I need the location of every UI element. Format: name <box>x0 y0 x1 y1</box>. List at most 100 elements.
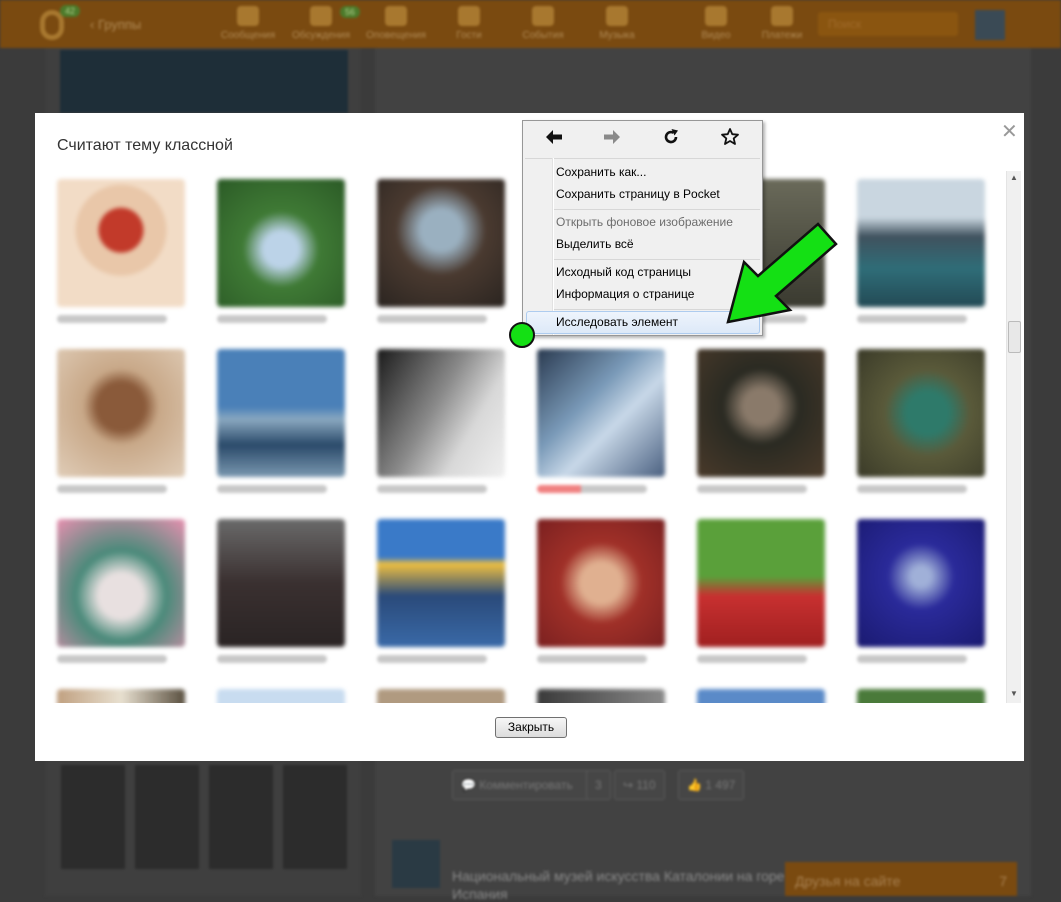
group-photo-thumb[interactable] <box>209 805 273 869</box>
liker-card[interactable] <box>697 349 827 493</box>
user-photo <box>377 519 505 647</box>
menu-item-open-background-image: Открыть фоновое изображение <box>556 215 733 229</box>
avatar[interactable] <box>975 10 1005 40</box>
modal-title: Считают тему классной <box>57 137 233 154</box>
liker-card[interactable] <box>377 179 507 323</box>
user-photo <box>697 689 825 703</box>
liker-card[interactable] <box>697 689 827 703</box>
forward-icon <box>592 127 632 153</box>
group-photo-thumb[interactable] <box>283 805 347 869</box>
scroll-up-icon[interactable]: ▲ <box>1007 171 1021 185</box>
menu-item-select-all[interactable]: Выделить всё <box>556 237 634 251</box>
comment-label: Комментировать <box>479 778 573 792</box>
liker-card[interactable] <box>857 349 987 493</box>
user-name <box>537 485 647 493</box>
reload-icon[interactable] <box>651 127 691 153</box>
scroll-down-icon[interactable]: ▼ <box>1007 687 1021 701</box>
music-icon <box>606 6 628 26</box>
liker-card[interactable] <box>57 519 187 663</box>
nav-messages[interactable]: Сообщения <box>216 6 280 41</box>
liker-card[interactable] <box>57 349 187 493</box>
user-name <box>217 315 327 323</box>
menu-item-save-to-pocket[interactable]: Сохранить страницу в Pocket <box>556 187 720 201</box>
liker-card[interactable] <box>857 519 987 663</box>
liker-card[interactable] <box>57 179 187 323</box>
top-navigation-bar: 42 ‹ Группы Сообщения Обсуждения 56 Опов… <box>0 0 1061 48</box>
liker-card[interactable] <box>217 349 347 493</box>
user-photo <box>57 519 185 647</box>
groups-breadcrumb[interactable]: ‹ Группы <box>90 17 141 32</box>
context-nav-row <box>523 121 762 158</box>
liker-card[interactable] <box>217 179 347 323</box>
modal-scrollbar[interactable]: ▲ ▼ <box>1006 171 1021 703</box>
user-photo <box>697 349 825 477</box>
liker-card[interactable] <box>857 689 987 703</box>
reshare-count: 110 <box>636 778 656 792</box>
friends-online-count: 7 <box>999 873 1007 889</box>
liker-card[interactable] <box>377 519 507 663</box>
nav-label: Обсуждения <box>291 30 351 41</box>
user-photo <box>217 519 345 647</box>
news-title[interactable]: Национальный музей искусства Каталонии н… <box>452 868 784 884</box>
user-name <box>537 655 647 663</box>
nav-label: Сообщения <box>220 30 276 41</box>
user-name <box>857 315 967 323</box>
menu-item-save-as[interactable]: Сохранить как... <box>556 165 646 179</box>
menu-item-view-source[interactable]: Исходный код страницы <box>556 265 691 279</box>
menu-item-inspect-element[interactable]: Исследовать элемент <box>556 315 678 329</box>
events-icon <box>532 6 554 26</box>
nav-events[interactable]: События <box>511 6 575 41</box>
liker-card[interactable] <box>697 519 827 663</box>
nav-label: Платежи <box>761 30 803 41</box>
liker-card[interactable] <box>857 179 987 323</box>
nav-music[interactable]: Музыка <box>585 6 649 41</box>
close-button[interactable]: Закрыть <box>495 717 567 738</box>
menu-item-page-info[interactable]: Информация о странице <box>556 287 694 301</box>
liker-card[interactable] <box>217 689 347 703</box>
friends-online-bar[interactable]: Друзья на сайте 7 <box>785 862 1017 896</box>
user-photo <box>857 179 985 307</box>
group-photo-thumb[interactable] <box>61 805 125 869</box>
news-thumbnail[interactable] <box>392 840 440 888</box>
liker-card[interactable] <box>377 349 507 493</box>
bell-icon <box>385 6 407 26</box>
user-photo <box>857 349 985 477</box>
user-photo <box>217 689 345 703</box>
bookmark-star-icon[interactable] <box>710 127 750 153</box>
friends-online-label: Друзья на сайте <box>795 873 901 889</box>
user-photo <box>57 179 185 307</box>
user-photo <box>57 349 185 477</box>
user-photo <box>857 689 985 703</box>
liker-card[interactable] <box>537 689 667 703</box>
liker-card[interactable] <box>57 689 187 703</box>
like-button[interactable]: 👍 1 497 <box>678 770 745 800</box>
nav-guests[interactable]: Гости <box>437 6 501 41</box>
nav-payments[interactable]: Платежи <box>750 6 814 41</box>
reshare-button[interactable]: ↪ 110 <box>614 770 665 800</box>
liker-card[interactable] <box>217 519 347 663</box>
user-photo <box>217 179 345 307</box>
nav-notifications[interactable]: Оповещения <box>364 6 428 41</box>
notifications-badge: 42 <box>60 5 81 17</box>
menu-divider <box>554 309 760 310</box>
news-subtitle: Испания <box>452 886 508 902</box>
nav-label: Гости <box>456 30 482 41</box>
likers-grid <box>35 173 1005 703</box>
close-icon[interactable]: ✕ <box>1001 119 1018 144</box>
likes-count: 1 497 <box>705 778 736 792</box>
search-input[interactable]: Поиск <box>818 12 958 36</box>
liker-card[interactable] <box>537 519 667 663</box>
back-icon[interactable] <box>534 127 574 153</box>
user-name <box>217 655 327 663</box>
user-photo <box>377 179 505 307</box>
liker-card[interactable] <box>377 689 507 703</box>
user-name <box>697 655 807 663</box>
scrollbar-thumb[interactable] <box>1008 321 1021 353</box>
liker-card[interactable] <box>537 349 667 493</box>
nav-label: Оповещения <box>366 30 426 41</box>
nav-video[interactable]: Видео <box>684 6 748 41</box>
discussions-badge: 56 <box>340 6 361 18</box>
group-photo-thumb[interactable] <box>135 805 199 869</box>
wallet-icon <box>771 6 793 26</box>
user-name <box>57 655 167 663</box>
